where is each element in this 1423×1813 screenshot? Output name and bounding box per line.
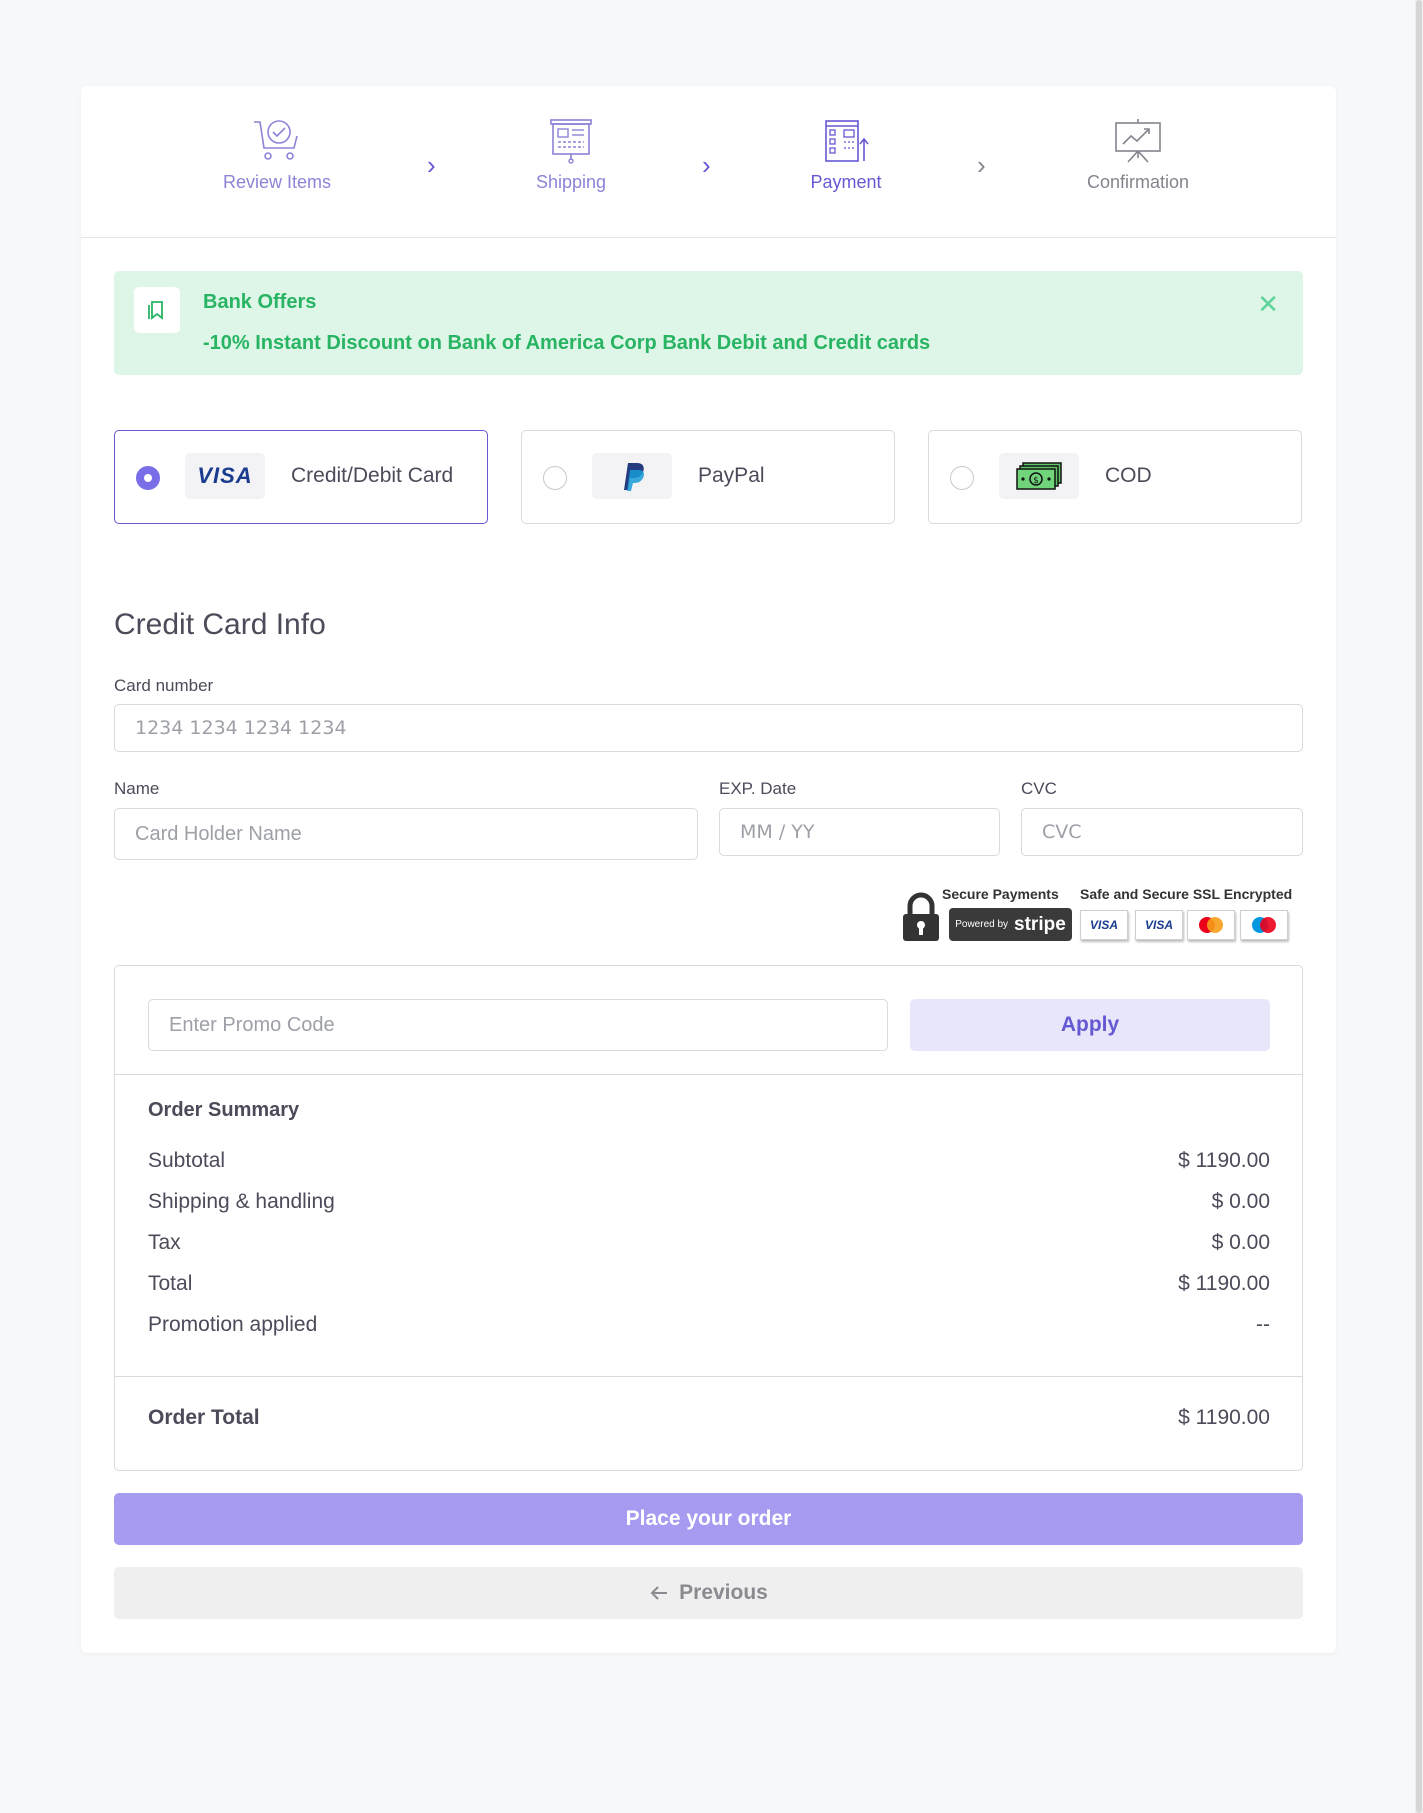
offer-title: Bank Offers [203,291,317,313]
scrollbar-thumb[interactable] [1416,0,1422,1813]
powered-by: Powered by [955,919,1009,930]
radio-card[interactable] [136,466,160,490]
apply-promo-button[interactable]: Apply [910,999,1270,1051]
summary-label: Shipping & handling [148,1190,335,1213]
order-summary-heading: Order Summary [148,1099,300,1121]
svg-text:$: $ [1033,476,1039,486]
summary-row: Promotion applied -- [148,1313,1270,1337]
payment-label: Credit/Debit Card [291,464,454,487]
checkout-stepper: Review Items › Shipping › Payment › Conf… [81,86,1336,238]
previous-label: Previous [679,1581,768,1604]
card-holder-name-input[interactable] [114,808,698,860]
step-label: Payment [810,172,882,192]
step-label: Confirmation [1086,172,1190,192]
bookmark-icon [134,287,180,333]
card-number-label: Card number [114,676,214,695]
summary-label: Subtotal [148,1149,226,1172]
visa-card-badge: VISA [1080,910,1128,940]
summary-value: -- [1256,1313,1270,1336]
cvc-label: CVC [1021,779,1057,798]
order-total-value: $ 1190.00 [1178,1406,1270,1429]
payment-label: PayPal [698,464,765,487]
step-label: Shipping [535,172,607,192]
exp-date-label: EXP. Date [719,779,797,798]
promo-row: Apply [115,966,1302,1075]
radio-paypal[interactable] [543,466,567,490]
lock-icon [903,892,939,941]
bank-offer-banner: Bank Offers -10% Instant Discount on Ban… [114,271,1303,375]
promo-code-input[interactable] [148,999,888,1051]
step-confirmation[interactable]: Confirmation [1038,118,1238,193]
chevron-right-icon: › [977,150,986,180]
summary-value: $ 1190.00 [1178,1272,1270,1295]
summary-row: Subtotal $ 1190.00 [148,1149,1270,1173]
exp-date-input[interactable] [719,808,1000,856]
payment-option-card[interactable]: VISA Credit/Debit Card [114,430,488,524]
payment-card-icon [825,120,869,162]
checkout-card: Review Items › Shipping › Payment › Conf… [81,86,1336,1653]
offer-text: -10% Instant Discount on Bank of America… [203,332,931,354]
previous-button[interactable]: Previous [114,1567,1303,1619]
chevron-right-icon: › [427,150,436,180]
summary-divider [115,1376,1302,1377]
order-total-row: Order Total $ 1190.00 [148,1406,1270,1430]
summary-value: $ 0.00 [1211,1231,1270,1254]
secure-title: Secure Payments [942,886,1059,902]
radio-cod[interactable] [950,466,974,490]
summary-row: Tax $ 0.00 [148,1231,1270,1255]
stripe-wordmark: stripe [1014,913,1066,935]
visa-logo: VISA [185,453,265,499]
arrow-left-icon [650,1586,668,1600]
summary-row: Total $ 1190.00 [148,1272,1270,1296]
stripe-badge: Powered by stripe [949,908,1072,941]
chevron-right-icon: › [702,150,711,180]
paypal-logo [592,453,672,499]
payment-option-paypal[interactable]: PayPal [521,430,895,524]
chart-board-icon [1115,119,1161,163]
summary-label: Total [148,1272,193,1295]
cash-icon: $ [999,453,1079,499]
place-order-button[interactable]: Place your order [114,1493,1303,1545]
visa-debit-card-badge: VISA [1135,910,1183,940]
summary-label: Tax [148,1231,181,1254]
cvc-input[interactable] [1021,808,1303,856]
page-scrollbar[interactable] [1415,0,1423,1813]
summary-row: Shipping & handling $ 0.00 [148,1190,1270,1214]
order-total-label: Order Total [148,1406,260,1429]
payment-option-cod[interactable]: $ COD [928,430,1302,524]
presentation-board-icon [550,119,592,164]
card-number-input[interactable] [114,704,1303,752]
payment-label: COD [1105,464,1152,487]
step-label: Review Items [222,172,332,192]
close-icon[interactable]: ✕ [1257,291,1279,317]
step-review-items[interactable]: Review Items [177,118,377,193]
step-shipping[interactable]: Shipping [471,118,671,193]
maestro-badge [1240,910,1288,940]
order-summary-box: Apply Order Summary Subtotal $ 1190.00 S… [114,965,1303,1471]
section-title: Credit Card Info [114,608,326,641]
summary-value: $ 1190.00 [1178,1149,1270,1172]
name-label: Name [114,779,160,798]
summary-value: $ 0.00 [1211,1190,1270,1213]
mastercard-badge [1187,910,1235,940]
summary-label: Promotion applied [148,1313,318,1336]
cart-check-icon [254,120,298,160]
secure-payments-badge: Secure Payments Powered by stripe Safe a… [901,886,1303,946]
step-payment[interactable]: Payment [746,118,946,193]
ssl-title: Safe and Secure SSL Encrypted [1080,886,1293,902]
